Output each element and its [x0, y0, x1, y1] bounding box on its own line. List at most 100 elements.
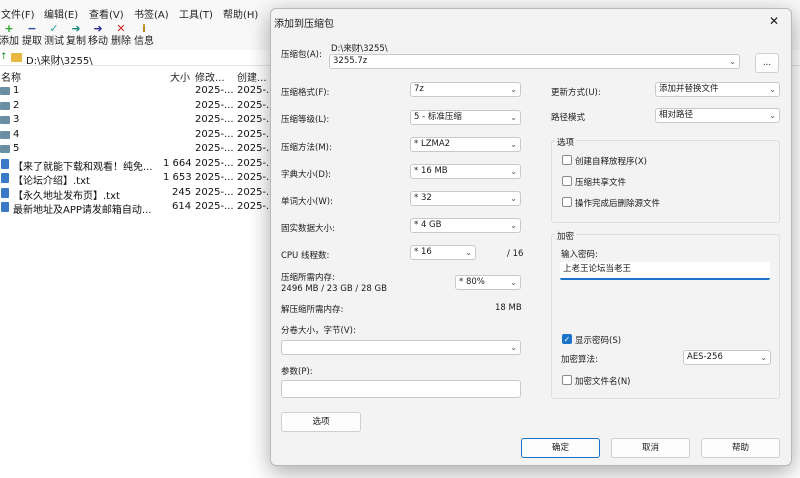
ok-button[interactable]: 确定: [521, 438, 600, 458]
level-label: 压缩等级(L):: [281, 115, 330, 125]
encrypt-names-checkbox[interactable]: [562, 375, 572, 385]
options-button[interactable]: 选项: [281, 412, 361, 432]
list-item[interactable]: 5 2025-... 2025-...: [0, 142, 276, 157]
archive-name-combo[interactable]: 3255.7z ⌄: [329, 54, 740, 69]
chevron-down-icon: ⌄: [769, 111, 776, 120]
method-select[interactable]: * LZMA2 ⌄: [410, 137, 521, 152]
dialog-title: 添加到压缩包: [274, 19, 334, 30]
up-arrow-icon[interactable]: ↑: [0, 52, 8, 62]
menu-file[interactable]: 文件(F): [1, 6, 35, 21]
list-item[interactable]: 4 2025-... 2025-...: [0, 128, 276, 143]
list-item[interactable]: 【论坛介绍】.txt 1 653 2025-... 2025-...: [0, 171, 276, 187]
level-select[interactable]: 5 - 标准压缩 ⌄: [410, 110, 521, 125]
cpu-threads-label: CPU 线程数:: [281, 251, 330, 261]
cpu-threads-total: / 16: [507, 249, 524, 259]
show-password-checkbox[interactable]: ✓: [562, 334, 572, 344]
column-size[interactable]: 大小: [170, 69, 190, 84]
encryption-group-title: 加密: [555, 230, 577, 242]
parameters-input[interactable]: [281, 380, 521, 398]
archive-directory: D:\来财\3255\: [331, 44, 388, 54]
browse-button[interactable]: ...: [755, 53, 779, 73]
list-item[interactable]: 最新地址及APP请发邮箱自动... 614 2025-... 2025-...: [0, 200, 276, 216]
move-arrow-icon: ➜: [93, 22, 103, 35]
memory-label: 压缩所需内存:: [281, 273, 335, 283]
minus-icon: −: [27, 22, 37, 35]
shared-files-label: 压缩共享文件: [575, 178, 627, 188]
sfx-label: 创建自释放程序(X): [575, 157, 647, 167]
file-list-header: 名称 大小 修改... 创建...: [0, 68, 270, 84]
cancel-button[interactable]: 取消: [611, 438, 690, 458]
encryption-method-select[interactable]: AES-256 ⌄: [683, 350, 771, 365]
shared-files-checkbox[interactable]: [562, 176, 572, 186]
decompress-memory-label: 解压缩所需内存:: [281, 305, 344, 315]
folder-icon: [0, 145, 10, 153]
path-mode-label: 路径模式: [551, 113, 586, 123]
copy-button[interactable]: ➜ 复制: [64, 22, 88, 50]
info-button[interactable]: i 信息: [132, 22, 156, 50]
chevron-down-icon: ⌄: [510, 167, 517, 176]
menu-help[interactable]: 帮助(H): [223, 6, 258, 21]
solid-size-select[interactable]: * 4 GB ⌄: [410, 218, 521, 233]
password-label: 输入密码:: [561, 250, 598, 260]
password-input[interactable]: 上老王论坛当老王: [560, 262, 770, 280]
chevron-down-icon: ⌄: [510, 278, 517, 287]
close-icon[interactable]: ✕: [769, 14, 779, 28]
list-item[interactable]: 【永久地址发布页】.txt 245 2025-... 2025-...: [0, 186, 276, 202]
folder-icon: [11, 53, 22, 62]
test-button[interactable]: ✓ 测试: [42, 22, 66, 50]
column-modified[interactable]: 修改...: [195, 69, 225, 84]
file-icon: [1, 202, 9, 212]
column-created[interactable]: 创建...: [237, 69, 267, 84]
parameters-label: 参数(P):: [281, 367, 313, 377]
solid-size-label: 固实数据大小:: [281, 224, 335, 234]
delete-button[interactable]: ✕ 删除: [109, 22, 133, 50]
decompress-memory-value: 18 MB: [495, 303, 522, 313]
path-mode-select[interactable]: 相对路径 ⌄: [655, 108, 780, 123]
menu-view[interactable]: 查看(V): [89, 6, 124, 21]
chevron-down-icon: ⌄: [510, 221, 517, 230]
memory-value: 2496 MB / 23 GB / 28 GB: [281, 284, 387, 294]
format-select[interactable]: 7z ⌄: [410, 82, 521, 97]
list-item[interactable]: 1 2025-... 2025-...: [0, 84, 276, 99]
delete-x-icon: ✕: [116, 22, 126, 35]
move-button[interactable]: ➜ 移动: [86, 22, 110, 50]
chevron-down-icon: ⌄: [465, 248, 472, 257]
word-size-select[interactable]: * 32 ⌄: [410, 191, 521, 206]
menu-edit[interactable]: 编辑(E): [44, 6, 78, 21]
split-volume-combo[interactable]: ⌄: [281, 340, 521, 355]
file-icon: [1, 158, 9, 169]
address-path[interactable]: D:\来财\3255\: [26, 52, 93, 67]
chevron-down-icon: ⌄: [729, 57, 736, 66]
add-button[interactable]: + 添加: [0, 22, 21, 50]
show-password-label: 显示密码(S): [575, 336, 622, 346]
extract-button[interactable]: − 提取: [20, 22, 44, 50]
chevron-down-icon: ⌄: [510, 85, 517, 94]
split-volume-label: 分卷大小，字节(V):: [281, 326, 356, 336]
help-button[interactable]: 帮助: [701, 438, 780, 458]
sfx-checkbox[interactable]: [562, 155, 572, 165]
folder-icon: [0, 116, 10, 124]
format-label: 压缩格式(F):: [281, 88, 330, 98]
dictionary-select[interactable]: * 16 MB ⌄: [410, 164, 521, 179]
list-item[interactable]: 2 2025-... 2025-...: [0, 99, 276, 114]
memory-percent-select[interactable]: * 80% ⌄: [455, 275, 521, 290]
menu-bookmarks[interactable]: 书签(A): [134, 6, 169, 21]
column-name[interactable]: 名称: [1, 69, 21, 84]
menu-tools[interactable]: 工具(T): [179, 6, 213, 21]
update-mode-select[interactable]: 添加并替换文件 ⌄: [655, 82, 780, 97]
options-group-title: 选项: [555, 136, 577, 148]
chevron-down-icon: ⌄: [510, 140, 517, 149]
file-icon: [1, 187, 9, 198]
list-item[interactable]: 【来了就能下载和观看！纯免... 1 664 2025-... 2025-...: [0, 157, 276, 173]
add-to-archive-dialog: 添加到压缩包 ✕ 压缩包(A): D:\来财\3255\ 3255.7z ⌄ ..…: [270, 8, 792, 466]
encrypt-names-label: 加密文件名(N): [575, 377, 631, 387]
folder-icon: [0, 101, 10, 110]
chevron-down-icon: ⌄: [510, 343, 517, 352]
cpu-threads-select[interactable]: * 16 ⌄: [410, 245, 476, 260]
chevron-down-icon: ⌄: [510, 194, 517, 203]
delete-after-checkbox[interactable]: [562, 197, 572, 207]
chevron-down-icon: ⌄: [760, 353, 767, 362]
dictionary-label: 字典大小(D):: [281, 170, 332, 180]
archive-label: 压缩包(A):: [281, 50, 322, 60]
list-item[interactable]: 3 2025-... 2025-...: [0, 113, 276, 128]
